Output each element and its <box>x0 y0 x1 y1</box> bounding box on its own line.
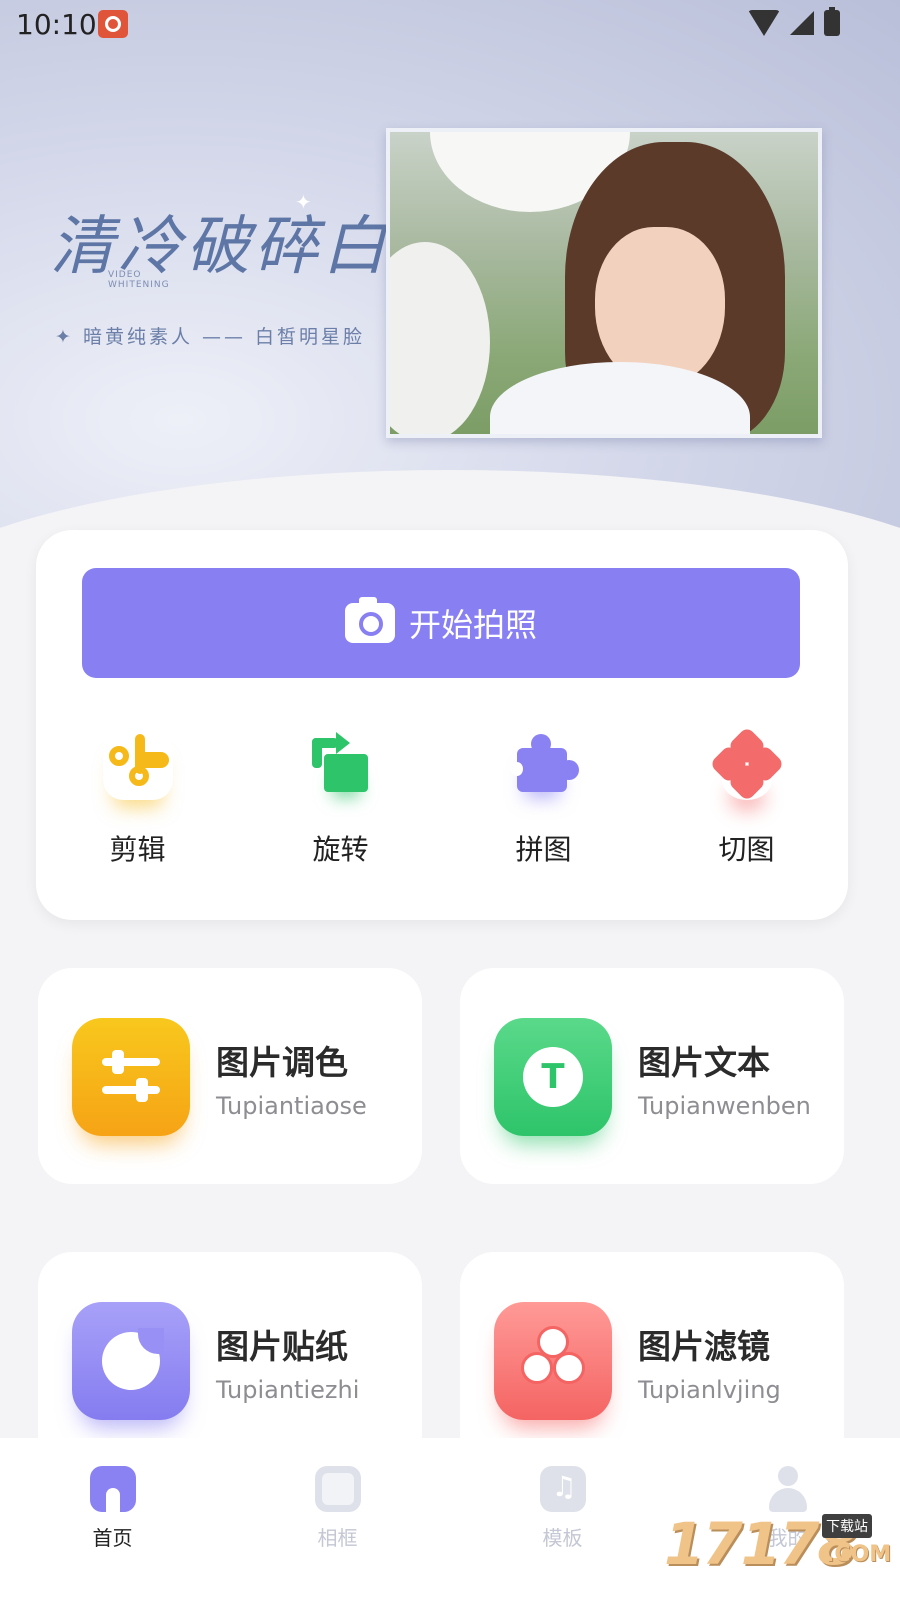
feature-subtitle: Tupiantiaose <box>216 1092 367 1120</box>
watermark-tag: 下载站 <box>822 1514 872 1538</box>
app-notification-icon <box>98 10 128 38</box>
tool-row: 剪辑 旋转 拼图 切图 <box>36 726 848 868</box>
puzzle-icon <box>509 730 579 800</box>
nav-label: 首页 <box>92 1526 133 1550</box>
feature-card-sticker[interactable]: 图片贴纸 Tupiantiezhi <box>38 1252 422 1468</box>
start-photo-label: 开始拍照 <box>408 607 537 643</box>
feature-subtitle: Tupiantiezhi <box>216 1376 360 1404</box>
system-icons <box>748 7 840 36</box>
wifi-icon <box>748 10 780 36</box>
nav-template[interactable]: 模板 <box>450 1438 675 1600</box>
signal-icon <box>790 11 814 35</box>
tool-cut[interactable]: 切图 <box>645 726 848 868</box>
tool-label: 旋转 <box>312 833 369 866</box>
feature-subtitle: Tupianlvjing <box>638 1376 781 1404</box>
banner-slogan-en: VIDEO WHITENING <box>108 270 170 290</box>
sliders-icon <box>72 1018 190 1136</box>
feature-card-color[interactable]: 图片调色 Tupiantiaose <box>38 968 422 1184</box>
camera-icon <box>344 597 395 643</box>
banner-subline: ✦ 暗黄纯素人 —— 白皙明星脸 <box>55 326 366 348</box>
tool-label: 切图 <box>718 833 775 866</box>
tool-edit[interactable]: 剪辑 <box>36 730 239 868</box>
status-time: 10:10 <box>16 8 97 41</box>
quick-action-card: 开始拍照 剪辑 旋转 拼图 切图 <box>36 530 848 920</box>
feature-card-filter[interactable]: 图片滤镜 Tupianlvjing <box>460 1252 844 1468</box>
feature-title: 图片滤镜 <box>638 1327 770 1366</box>
battery-icon <box>824 7 840 36</box>
text-icon: T <box>494 1018 612 1136</box>
tool-rotate[interactable]: 旋转 <box>239 730 442 868</box>
banner-photo <box>386 128 822 438</box>
rotate-icon <box>306 730 376 800</box>
profile-icon <box>765 1466 811 1512</box>
sticker-icon <box>72 1302 190 1420</box>
balloon-shape <box>390 242 490 434</box>
feature-card-text[interactable]: T 图片文本 Tupianwenben <box>460 968 844 1184</box>
feature-subtitle: Tupianwenben <box>638 1092 811 1120</box>
banner-slogan: 清冷破碎白 <box>50 210 390 284</box>
nav-frame[interactable]: 相框 <box>225 1438 450 1600</box>
nav-label: 相框 <box>317 1526 358 1550</box>
tool-puzzle[interactable]: 拼图 <box>442 730 645 868</box>
nav-label: 模板 <box>542 1526 583 1550</box>
status-bar: 10:10 <box>0 0 900 48</box>
start-photo-button[interactable]: 开始拍照 <box>82 568 800 678</box>
filter-icon <box>494 1302 612 1420</box>
banner-slogan-en-line1: VIDEO <box>108 270 142 280</box>
watermark-com: .COM <box>826 1542 892 1567</box>
cut-icon <box>708 726 785 802</box>
tool-label: 拼图 <box>515 833 572 866</box>
feature-title: 图片文本 <box>638 1043 770 1082</box>
template-icon <box>539 1466 586 1512</box>
nav-home[interactable]: 首页 <box>0 1438 225 1600</box>
tool-label: 剪辑 <box>109 833 166 866</box>
feature-title: 图片调色 <box>216 1043 348 1082</box>
frame-icon <box>314 1466 361 1512</box>
banner-slogan-en-line2: WHITENING <box>108 280 170 290</box>
home-icon <box>89 1466 136 1512</box>
scissors-icon <box>103 730 173 800</box>
header-banner[interactable]: 10:10 ✦ 清冷破碎白 VIDEO WHITENING ✦ 暗黄纯素人 ——… <box>0 0 900 600</box>
feature-title: 图片贴纸 <box>216 1327 348 1366</box>
